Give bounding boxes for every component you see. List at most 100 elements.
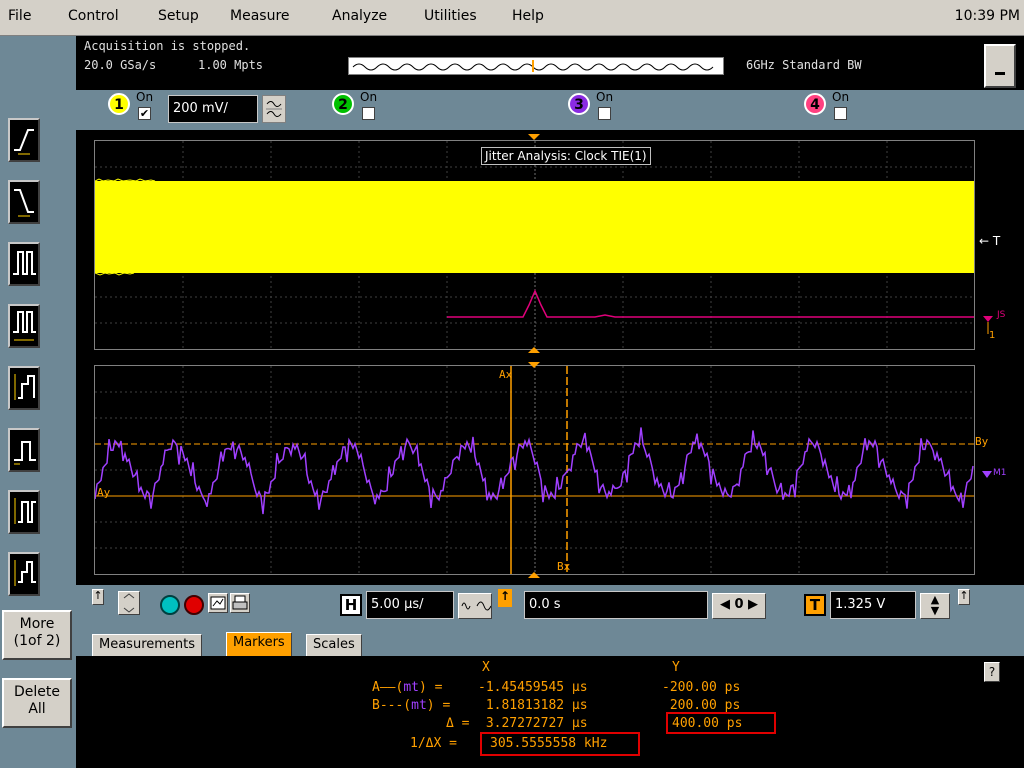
by-label: By (975, 435, 989, 448)
channel-4-on-checkbox[interactable] (834, 107, 847, 120)
window-trigger-button[interactable] (8, 552, 40, 596)
marker-a-label: A——(mt) = (372, 680, 443, 695)
status-area: Acquisition is stopped. 20.0 GSa/s 1.00 … (76, 36, 1024, 90)
js-marker-icon (983, 316, 993, 334)
trigger-level-spinner[interactable]: ▲ ▼ (920, 593, 950, 619)
right-arrow-icon[interactable]: ▶ (748, 597, 758, 612)
all-label: All (28, 701, 46, 717)
menu-analyze[interactable]: Analyze (332, 8, 387, 24)
falling-edge-icon (14, 189, 34, 217)
channel-1-scale-field[interactable]: 200 mV/ (168, 95, 258, 123)
menu-setup[interactable]: Setup (158, 8, 199, 24)
horizontal-label: H (340, 594, 362, 616)
sample-rate: 20.0 GSa/s (84, 58, 157, 72)
marker-a-x-value: -1.45459545 µs (478, 680, 588, 695)
delete-all-button[interactable]: Delete All (2, 678, 72, 728)
menu-file[interactable]: File (8, 8, 31, 24)
stop-button[interactable] (184, 595, 204, 615)
waveform-overview[interactable] (348, 57, 724, 75)
menu-bar: File Control Setup Measure Analyze Utili… (0, 0, 1024, 36)
help-button[interactable]: ? (984, 662, 1000, 682)
channel-2-on-checkbox[interactable] (362, 107, 375, 120)
channel-1-on-checkbox[interactable]: ✔ (138, 107, 151, 120)
inverse-delta-label: 1/ΔX = (410, 736, 457, 751)
channel-1-waveform (95, 181, 974, 273)
run-button[interactable] (160, 595, 180, 615)
tab-scales[interactable]: Scales (306, 634, 362, 656)
delay-zero-button[interactable]: 0 (734, 597, 743, 612)
y-column-header: Y (672, 660, 680, 675)
marker-b-y-value: 200.00 ps (662, 698, 741, 713)
lower-waveform-grid[interactable]: Ax Bx Ay (94, 365, 975, 575)
channel-3-on-label: On (596, 90, 614, 104)
timebase-wave-icon (461, 601, 492, 611)
print-button[interactable] (230, 593, 250, 613)
left-arrow-icon[interactable]: ◀ (720, 597, 730, 612)
transition-icon (14, 498, 36, 524)
lower-bottom-marker-icon (528, 572, 540, 578)
more-page-label: (1of 2) (13, 633, 61, 649)
timebase-spinner[interactable] (458, 593, 492, 619)
double-chevron-icon (123, 593, 135, 613)
overview-wave-icon (352, 60, 714, 72)
left-toolbar: More (1of 2) Delete All (0, 36, 76, 768)
trigger-level-marker: ← T (979, 234, 1001, 248)
lower-center-marker-icon (528, 362, 540, 368)
channel-4-badge[interactable]: 4 (804, 93, 826, 115)
setup-hold-trigger-button[interactable] (8, 428, 40, 472)
glitch-trigger-button[interactable] (8, 242, 40, 286)
timebase-field[interactable]: 5.00 µs/ (366, 591, 454, 619)
right-marker-area: ← T JS 1 By M1 (975, 130, 1024, 585)
acquisition-status: Acquisition is stopped. (84, 39, 251, 53)
more-button[interactable]: More (1of 2) (2, 610, 72, 660)
upper-bottom-marker-icon (528, 347, 540, 353)
display-scroll-button[interactable] (118, 591, 140, 615)
channel-3-badge[interactable]: 3 (568, 93, 590, 115)
falling-edge-trigger-button[interactable] (8, 180, 40, 224)
screen-capture-icon (210, 596, 226, 610)
upper-waveform-svg (94, 141, 974, 349)
channel-1-on-label: On (136, 90, 154, 104)
delay-field[interactable]: 0.0 s (524, 591, 708, 619)
delay-navigation[interactable]: ◀ 0 ▶ (712, 593, 766, 619)
channel-1-scale-spinner[interactable] (262, 95, 286, 123)
menu-help[interactable]: Help (512, 8, 544, 24)
channel-4-on-label: On (832, 90, 850, 104)
channel-1-badge[interactable]: 1 (108, 93, 130, 115)
transition-trigger-button[interactable] (8, 490, 40, 534)
rising-edge-trigger-button[interactable] (8, 118, 40, 162)
menu-utilities[interactable]: Utilities (424, 8, 477, 24)
memory-depth: 1.00 Mpts (198, 58, 264, 72)
scroll-up-button[interactable]: ↑ (92, 589, 104, 605)
tab-markers[interactable]: Markers (226, 632, 292, 656)
channel-3-on-checkbox[interactable] (598, 107, 611, 120)
trigger-label: T (804, 594, 826, 616)
menu-measure[interactable]: Measure (230, 8, 290, 24)
upper-waveform-grid[interactable]: Jitter Analysis: Clock TIE(1) (94, 140, 975, 350)
minimize-button[interactable] (984, 44, 1016, 88)
runt-trigger-button[interactable] (8, 366, 40, 410)
m1-marker-icon (982, 471, 992, 478)
delete-label: Delete (14, 684, 60, 700)
trigger-level-field[interactable]: 1.325 V (830, 591, 916, 619)
tab-bar: Measurements Markers Scales (76, 630, 1024, 656)
single-button[interactable] (208, 593, 228, 613)
channel-2-badge[interactable]: 2 (332, 93, 354, 115)
control-bar: ↑ H 5.00 µs/ ↑ 0.0 s ◀ 0 ▶ T 1.325 V ▲ ▼ … (76, 585, 1024, 630)
pulse-width-icon (13, 311, 36, 341)
menu-control[interactable]: Control (68, 8, 119, 24)
delta-x-value: 3.27272727 µs (478, 716, 588, 731)
inverse-delta-highlight (480, 732, 640, 756)
ax-label: Ax (499, 368, 513, 381)
pulse-width-trigger-button[interactable] (8, 304, 40, 348)
more-label: More (19, 616, 55, 632)
tab-measurements[interactable]: Measurements (92, 634, 203, 656)
js-trend-trace (447, 289, 974, 318)
marker-a-y-value: -200.00 ps (662, 680, 741, 695)
channel-bar: 1 On ✔ 200 mV/ 2 On 3 On 4 On (76, 90, 1024, 130)
channel-2-on-label: On (360, 90, 378, 104)
marker-results-panel: X Y A——(mt) = -1.45459545 µs -200.00 ps … (76, 656, 1024, 768)
rising-edge-icon (14, 129, 34, 155)
trigger-arrow-button[interactable]: ↑ (958, 589, 970, 605)
marker-b-label: B---(mt) = (372, 698, 451, 713)
